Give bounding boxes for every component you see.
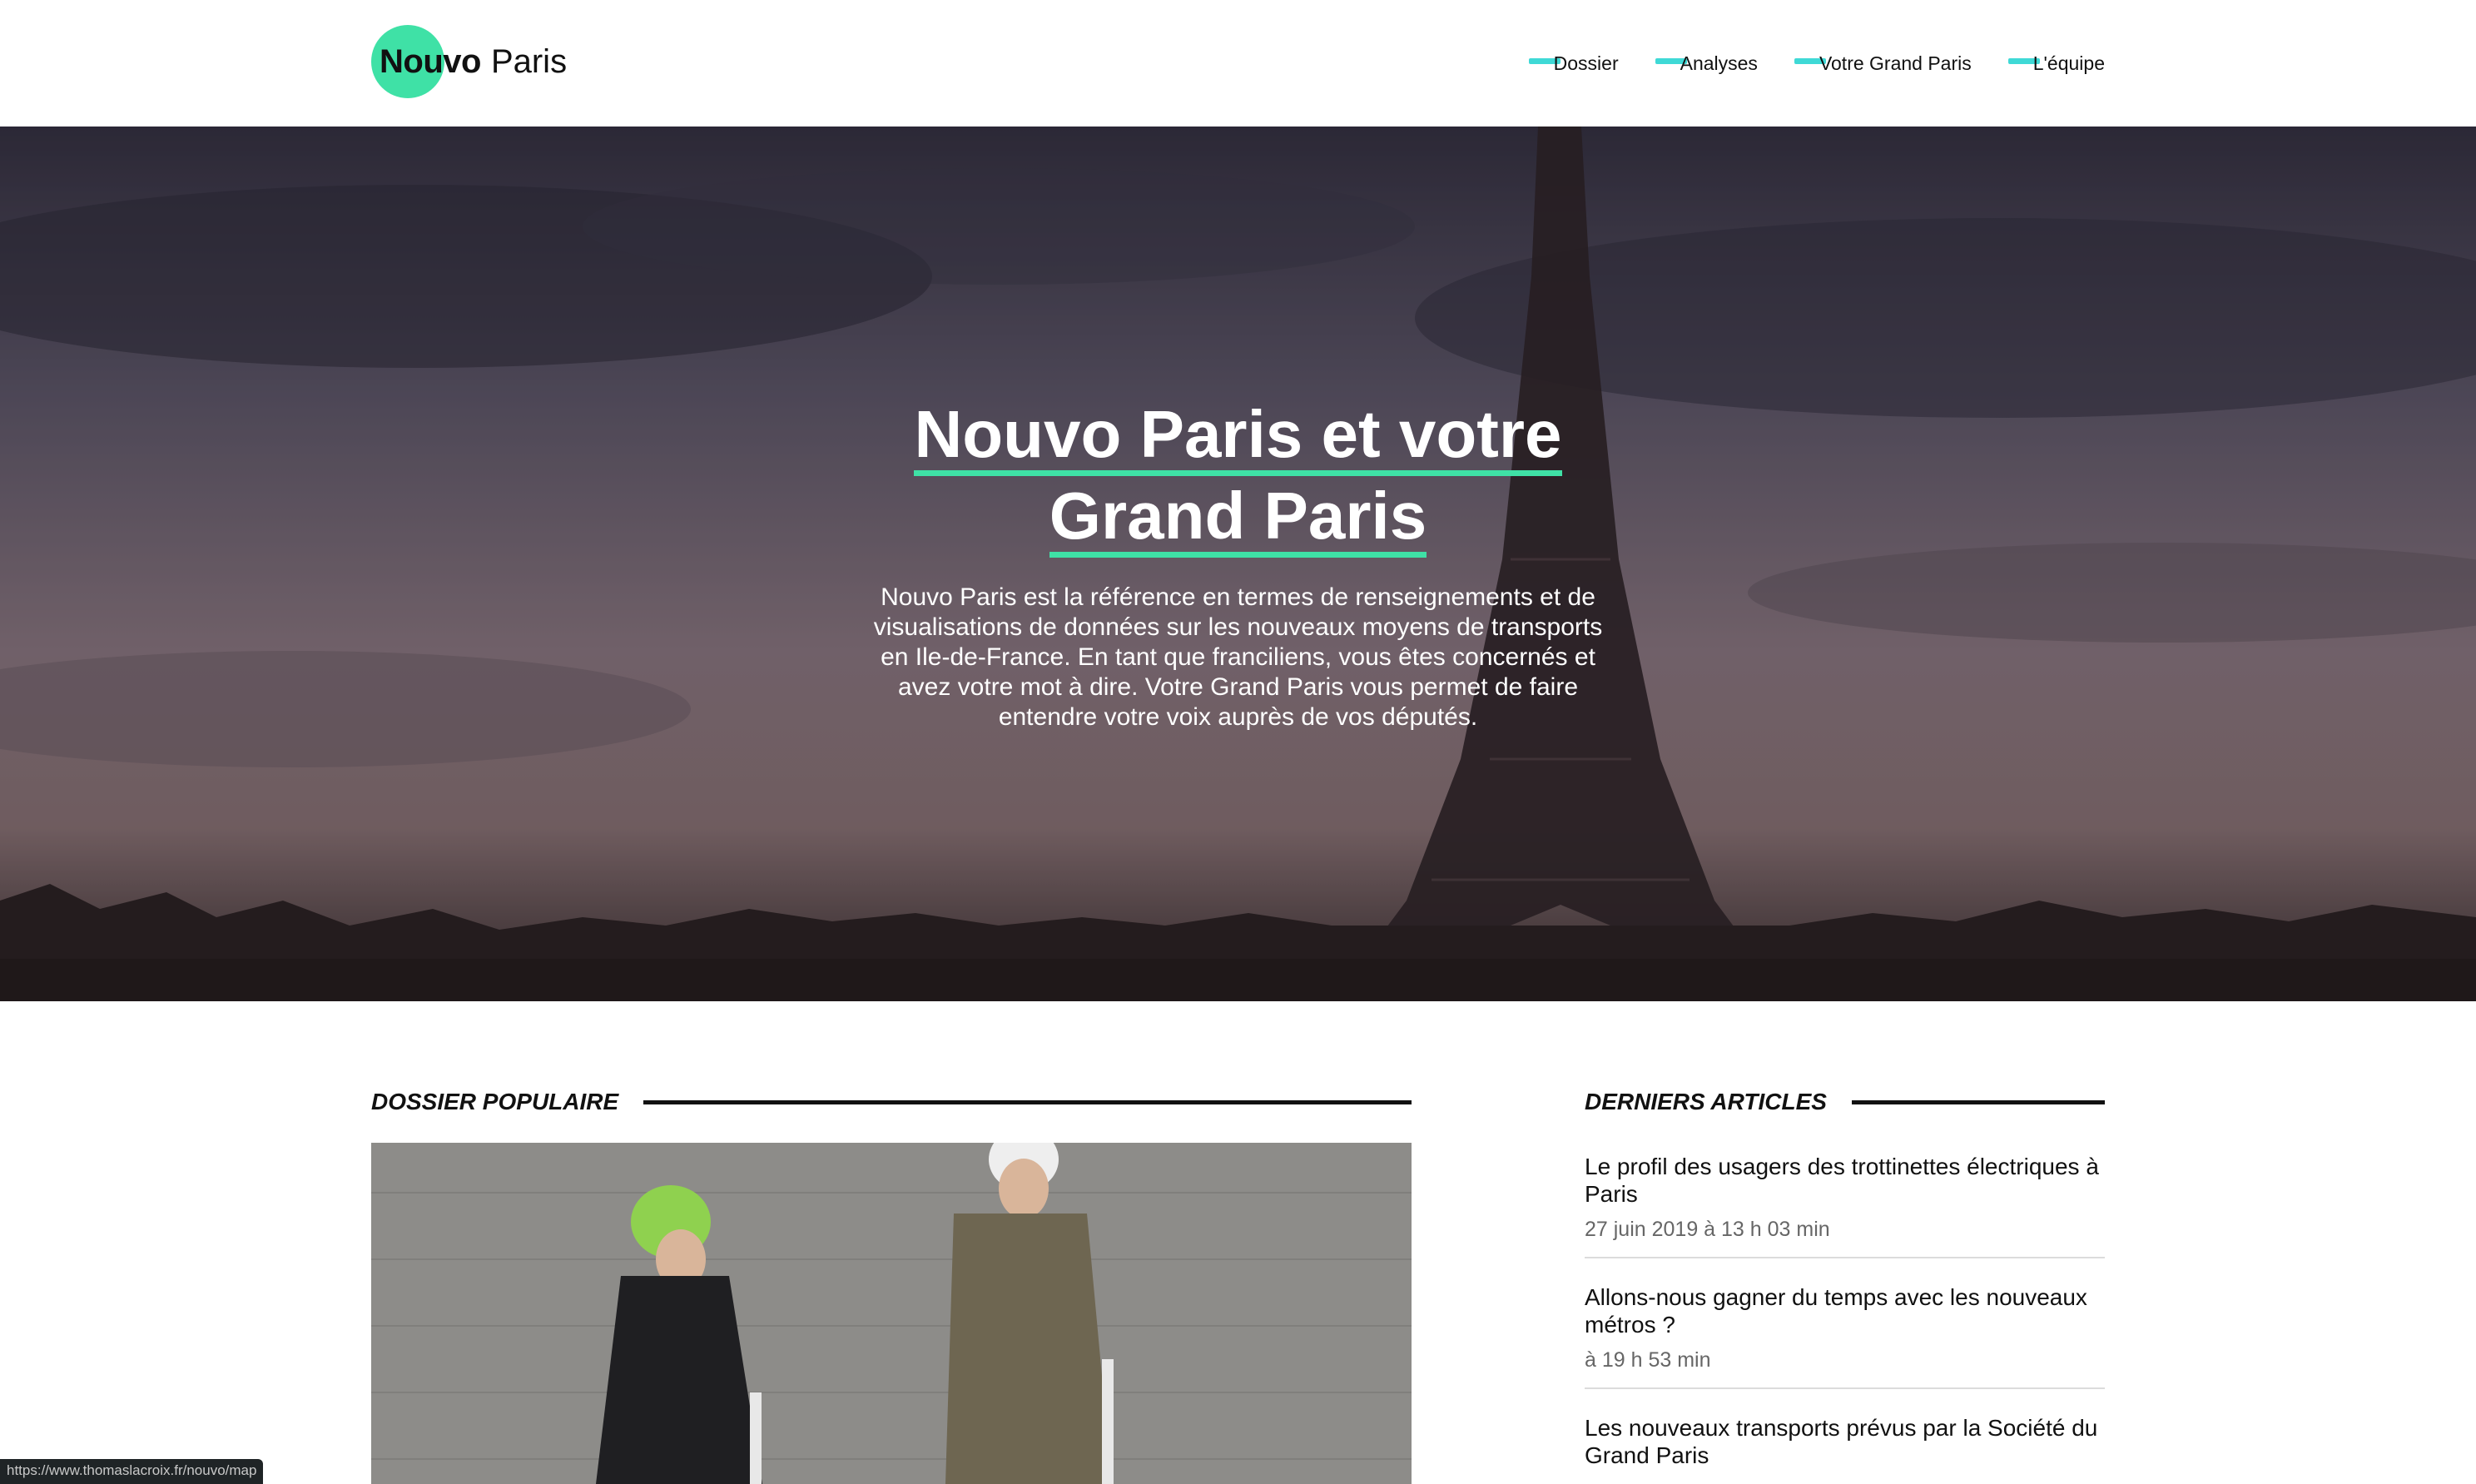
site-header: Nouvo Paris Dossier Analyses Votre Grand… [0,0,2476,127]
nav-item-label: Dossier [1553,52,1619,74]
logo-word-light: Paris [490,42,568,80]
section-header-popular: DOSSIER POPULAIRE [371,1089,1412,1115]
article-date: à 19 h 53 min [1585,1348,1711,1372]
section-header-latest: DERNIERS ARTICLES [1585,1089,2105,1115]
section-title: DERNIERS ARTICLES [1585,1089,1827,1114]
hero-title: Nouvo Paris et votre Grand Paris [0,395,2476,558]
section-rule [1851,1099,2105,1104]
hero-overlay [0,127,2476,1001]
nav-item-equipe[interactable]: L'équipe [2007,52,2105,75]
popular-dossier-image[interactable] [371,1143,1412,1484]
article-date: 27 juin 2019 à 13 h 03 min [1585,1218,1830,1241]
section-rule [643,1099,1412,1104]
hero-description: Nouvo Paris est la référence en termes d… [873,583,1603,731]
site-logo[interactable]: Nouvo Paris [371,25,567,98]
section-title: DOSSIER POPULAIRE [371,1089,619,1114]
hero-banner: Nouvo Paris et votre Grand Paris Nouvo P… [0,127,2476,1001]
hero-title-line-2[interactable]: Grand Paris [1049,476,1427,558]
main-nav: Dossier Analyses Votre Grand Paris L'équ… [1528,0,2105,127]
article-title[interactable]: Le profil des usagers des trottinettes é… [1585,1153,2105,1208]
nav-item-votre-grand-paris[interactable]: Votre Grand Paris [1794,52,1972,75]
nav-item-dossier[interactable]: Dossier [1528,52,1619,75]
nav-item-label: Votre Grand Paris [1819,52,1972,74]
article-title[interactable]: Allons-nous gagner du temps avec les nou… [1585,1283,2105,1338]
scooter-riders-photo [371,1143,1412,1484]
logo-word-bold: Nouvo [380,42,481,80]
nav-item-analyses[interactable]: Analyses [1655,52,1758,75]
status-bar-url: https://www.thomaslacroix.fr/nouvo/map [0,1459,264,1484]
article-item[interactable]: Les nouveaux transports prévus par la So… [1585,1414,2105,1484]
hero-title-line-1[interactable]: Nouvo Paris et votre [914,395,1562,476]
nav-item-label: Analyses [1680,52,1758,74]
article-item[interactable]: Le profil des usagers des trottinettes é… [1585,1153,2105,1258]
latest-articles-list: Le profil des usagers des trottinettes é… [1585,1153,2105,1484]
article-title[interactable]: Les nouveaux transports prévus par la So… [1585,1414,2105,1469]
nav-item-label: L'équipe [2032,52,2105,74]
article-item[interactable]: Allons-nous gagner du temps avec les nou… [1585,1283,2105,1389]
